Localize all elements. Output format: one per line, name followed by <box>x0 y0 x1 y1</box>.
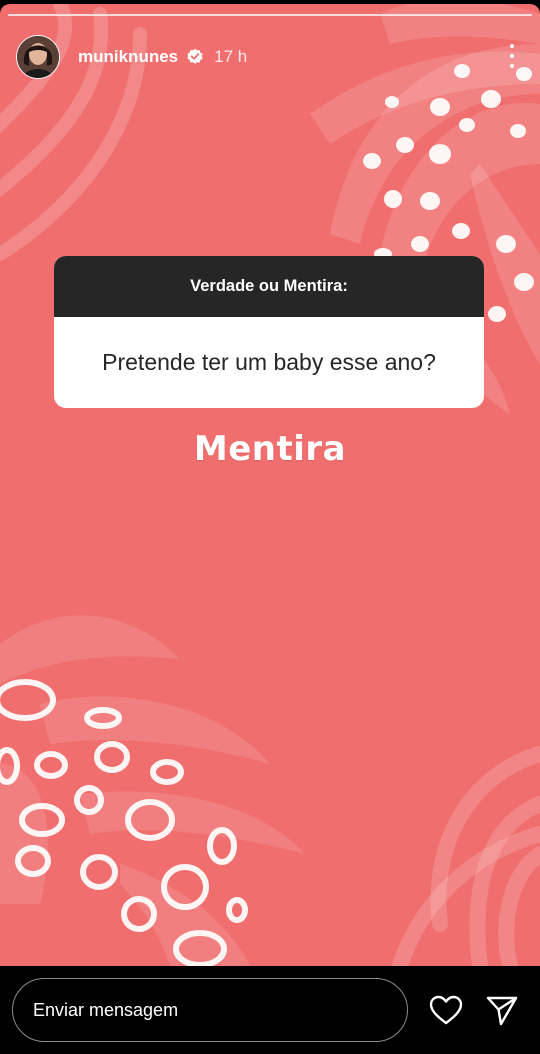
username[interactable]: muniknunes <box>78 47 178 67</box>
story-header: muniknunes 17 h <box>16 34 524 80</box>
heart-icon[interactable] <box>428 994 464 1026</box>
story-viewer: muniknunes 17 h Verdade ou Mentira: Pret… <box>0 0 540 1054</box>
story-canvas[interactable]: muniknunes 17 h Verdade ou Mentira: Pret… <box>0 4 540 966</box>
message-input[interactable]: Enviar mensagem <box>12 978 408 1042</box>
question-sticker: Verdade ou Mentira: Pretende ter um baby… <box>54 256 484 408</box>
post-timestamp: 17 h <box>214 47 248 66</box>
question-sticker-title: Verdade ou Mentira: <box>54 256 484 317</box>
progress-segment <box>8 14 532 16</box>
avatar[interactable] <box>16 35 60 79</box>
verified-badge-icon <box>186 48 204 66</box>
decorative-background <box>0 4 540 966</box>
profile-photo-icon <box>17 36 59 78</box>
more-options-icon[interactable] <box>504 42 520 70</box>
send-icon[interactable] <box>484 992 520 1028</box>
reply-bar: Enviar mensagem <box>0 966 540 1054</box>
message-input-placeholder: Enviar mensagem <box>33 999 179 1020</box>
question-text: Pretende ter um baby esse ano? <box>102 349 436 375</box>
story-progress-bar <box>8 14 532 17</box>
answer-text: Mentira <box>193 429 347 469</box>
